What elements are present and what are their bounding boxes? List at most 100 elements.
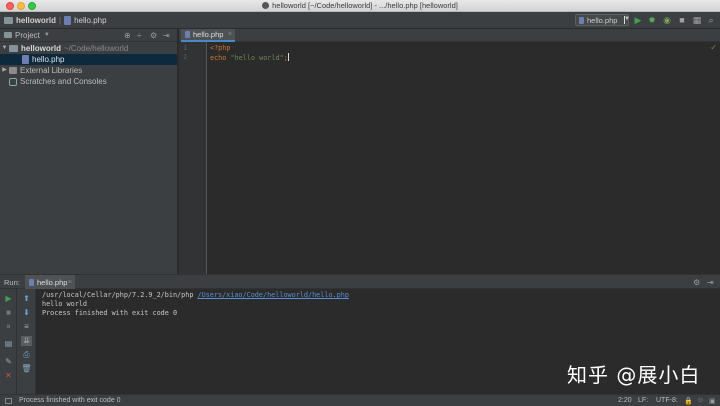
editor-area: hello.php × 1 2 <?php echo "hello world"… <box>179 29 720 274</box>
line-number: 2 <box>183 53 187 61</box>
target-icon[interactable]: ⊕ <box>124 31 131 40</box>
status-bar: Process finished with exit code 0 2:20 L… <box>0 394 720 406</box>
tree-item-external-libraries[interactable]: ▶ External Libraries <box>0 65 177 76</box>
gear-icon[interactable]: ⚙ <box>150 31 157 40</box>
string-literal: "hello world" <box>230 54 284 62</box>
line-separator[interactable]: LF: <box>638 397 648 404</box>
trash-icon[interactable]: 🗑 <box>21 364 32 374</box>
php-file-icon <box>22 55 29 64</box>
console-line: hello world <box>42 300 88 308</box>
code-text[interactable]: <?php echo "hello world"; <box>210 44 289 62</box>
breadcrumb: helloworld | hello.php <box>4 16 107 25</box>
scratches-icon <box>9 77 17 86</box>
folder-icon <box>9 45 18 52</box>
code-line: <?php <box>210 44 289 53</box>
print-icon[interactable]: ⎙ <box>21 350 32 360</box>
run-icon[interactable]: ▶ <box>633 15 643 25</box>
up-arrow-icon[interactable]: ⬆ <box>21 294 32 304</box>
tree-root-name: helloworld <box>21 44 61 53</box>
caret-position[interactable]: 2:20 <box>618 397 632 404</box>
stop-icon[interactable]: ■ <box>3 308 14 318</box>
file-encoding[interactable]: UTF-8: <box>656 397 678 404</box>
expand-arrow-icon[interactable]: ▼ <box>0 43 9 54</box>
close-icon[interactable]: ✕ <box>3 371 14 381</box>
line-number-gutter: 1 2 <box>179 42 207 274</box>
echo-keyword: echo <box>210 54 227 62</box>
folder-icon <box>4 17 13 24</box>
tree-scratches-label: Scratches and Consoles <box>20 77 107 86</box>
library-icon <box>9 67 17 74</box>
run-header: Run: hello.php × ⚙ ⇥ <box>0 275 720 289</box>
project-panel-header: Project ▼ ⊕ ÷ ⚙ ⇥ <box>0 29 177 42</box>
window-title-text: helloworld [~/Code/helloworld] - .../hel… <box>272 1 458 10</box>
php-file-icon <box>262 2 270 9</box>
inspector-icon[interactable]: ☺ <box>697 397 704 404</box>
console-line: /usr/local/Cellar/php/7.2.9_2/bin/php /U… <box>42 291 349 300</box>
line-number: 1 <box>183 44 187 52</box>
breadcrumb-file[interactable]: hello.php <box>74 16 106 25</box>
tool-windows-icon[interactable] <box>5 398 12 404</box>
chevron-down-icon[interactable]: ▼ <box>44 32 50 38</box>
project-dropdown[interactable]: Project <box>15 31 40 40</box>
down-arrow-icon[interactable]: ⬇ <box>21 308 32 318</box>
php-file-icon <box>29 278 34 286</box>
chevron-down-icon: ▼ <box>624 16 630 24</box>
run-tool-window: Run: hello.php × ⚙ ⇥ ▶ ■ ⏸ ▤ ✎ ✕ ⬆ ⬇ ≡ ⇊… <box>0 274 720 394</box>
project-icon <box>4 32 12 38</box>
script-path-link[interactable]: /Users/xiao/Code/helloworld/hello.php <box>198 291 349 299</box>
inspection-ok-icon[interactable]: ✓ <box>710 43 717 52</box>
tree-item-scratches[interactable]: Scratches and Consoles <box>0 76 177 87</box>
close-icon[interactable]: × <box>228 31 232 38</box>
run-actions-toolbar: ▶ ■ ⏸ ▤ ✎ ✕ <box>0 289 17 394</box>
text-caret <box>287 53 289 61</box>
run-configuration-select[interactable]: hello.php ▼ <box>575 14 630 26</box>
project-panel: Project ▼ ⊕ ÷ ⚙ ⇥ ▼ helloworld ~/Code/he… <box>0 29 178 274</box>
hide-icon[interactable]: ⇥ <box>707 278 714 287</box>
restore-layout-icon[interactable]: ▤ <box>3 339 14 349</box>
status-message: Process finished with exit code 0 <box>19 397 121 404</box>
php-command: /usr/local/Cellar/php/7.2.9_2/bin/php <box>42 291 194 299</box>
tab-label: hello.php <box>193 30 224 39</box>
lock-icon[interactable]: 🔒 <box>684 397 693 405</box>
tree-external-libraries-label: External Libraries <box>20 66 83 75</box>
gear-icon[interactable]: ⚙ <box>693 278 700 287</box>
breadcrumb-separator: | <box>59 16 62 25</box>
tab-run-hello-php[interactable]: hello.php × <box>25 275 75 289</box>
watermark: 知乎 @展小白 <box>567 363 701 387</box>
php-file-icon <box>185 31 190 38</box>
scroll-to-end-icon[interactable]: ⇊ <box>21 336 32 346</box>
rerun-icon[interactable]: ▶ <box>3 294 14 304</box>
editor-tab-bar: hello.php × <box>179 29 720 42</box>
coverage-icon[interactable]: ◉ <box>662 15 672 25</box>
structure-icon[interactable]: ▦ <box>692 15 702 25</box>
php-file-icon <box>579 16 584 24</box>
tree-root-path: ~/Code/helloworld <box>64 44 129 53</box>
navigation-bar: helloworld | hello.php hello.php ▼ ▶ ✹ ◉… <box>0 12 720 29</box>
debug-icon[interactable]: ✹ <box>647 15 657 25</box>
tree-file-label: hello.php <box>32 55 65 64</box>
console-actions-toolbar: ⬆ ⬇ ≡ ⇊ ⎙ 🗑 <box>17 289 36 394</box>
soft-wrap-icon[interactable]: ≡ <box>21 322 32 332</box>
pause-icon[interactable]: ⏸ <box>3 322 14 332</box>
tree-item-project-root[interactable]: ▼ helloworld ~/Code/helloworld <box>0 43 177 54</box>
search-icon[interactable]: ⌕ <box>706 15 716 25</box>
tab-hello-php[interactable]: hello.php × <box>181 29 235 42</box>
collapse-icon[interactable]: ÷ <box>137 31 141 40</box>
expand-arrow-icon[interactable]: ▶ <box>0 65 9 76</box>
console-output[interactable]: /usr/local/Cellar/php/7.2.9_2/bin/php /U… <box>42 291 349 318</box>
window-title-bar: helloworld [~/Code/helloworld] - .../hel… <box>0 0 720 12</box>
event-log-icon[interactable]: ▣ <box>709 397 716 405</box>
tree-item-hello-php[interactable]: hello.php <box>0 54 177 65</box>
run-label: Run: <box>4 278 20 287</box>
close-icon[interactable]: × <box>68 279 72 286</box>
pin-icon[interactable]: ✎ <box>3 357 14 367</box>
window-title: helloworld [~/Code/helloworld] - .../hel… <box>0 1 720 10</box>
stop-icon[interactable]: ■ <box>677 15 687 25</box>
php-file-icon <box>64 16 72 25</box>
hide-icon[interactable]: ⇥ <box>163 31 170 40</box>
console-line: Process finished with exit code 0 <box>42 309 178 317</box>
run-tab-label: hello.php <box>37 277 68 287</box>
breadcrumb-project[interactable]: helloworld <box>16 16 56 25</box>
code-line: echo "hello world"; <box>210 53 289 62</box>
run-config-label: hello.php <box>587 15 618 25</box>
